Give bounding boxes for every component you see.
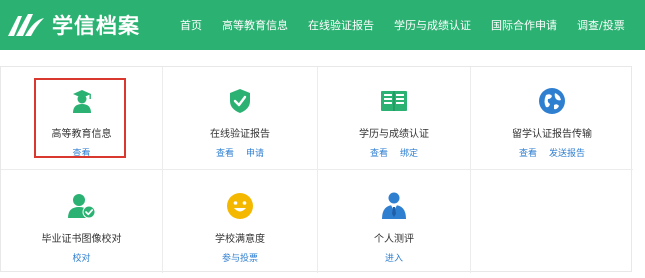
empty-service-slot <box>471 170 633 273</box>
services-grid: 高等教育信息 查看 在线验证报告 查看 申请 学历与成绩认证 查看 绑定 留学认… <box>1 67 633 273</box>
globe-icon[interactable] <box>538 87 566 115</box>
service-title: 学校满意度 <box>215 234 265 245</box>
nav-higher-education-info[interactable]: 高等教育信息 <box>222 17 288 33</box>
user-check-icon[interactable] <box>67 192 96 220</box>
service-title: 毕业证书图像校对 <box>41 234 122 245</box>
service-links: 进入 <box>385 251 403 264</box>
nav-international-cooperation[interactable]: 国际合作申请 <box>491 17 557 33</box>
service-links: 查看 发送报告 <box>519 146 585 159</box>
service-title: 学历与成绩认证 <box>359 129 429 140</box>
smile-icon[interactable] <box>226 192 254 220</box>
view-link[interactable]: 查看 <box>72 146 90 159</box>
open-book-icon[interactable] <box>380 87 408 115</box>
service-title: 留学认证报告传输 <box>512 129 592 140</box>
nav-degree-transcript-certification[interactable]: 学历与成绩认证 <box>394 17 471 33</box>
shield-check-icon[interactable] <box>226 87 254 115</box>
service-card-higher-education: 高等教育信息 查看 <box>1 67 163 170</box>
nav-online-verification-report[interactable]: 在线验证报告 <box>308 17 374 33</box>
service-card-study-abroad-transfer: 留学认证报告传输 查看 发送报告 <box>471 67 633 170</box>
services-panel: 高等教育信息 查看 在线验证报告 查看 申请 学历与成绩认证 查看 绑定 留学认… <box>0 66 633 273</box>
nav-home[interactable]: 首页 <box>180 17 202 33</box>
service-title: 个人测评 <box>374 234 414 245</box>
apply-link[interactable]: 申请 <box>246 146 264 159</box>
logo-text: 学信档案 <box>52 14 140 38</box>
service-card-online-verification: 在线验证报告 查看 申请 <box>163 67 318 170</box>
graduate-user-icon[interactable] <box>68 87 96 115</box>
view-link[interactable]: 查看 <box>370 146 388 159</box>
service-title: 在线验证报告 <box>210 129 270 140</box>
main-nav: 首页 高等教育信息 在线验证报告 学历与成绩认证 国际合作申请 调查/投票 <box>180 17 625 33</box>
logo[interactable]: 学信档案 <box>6 10 174 40</box>
vote-link[interactable]: 参与投票 <box>222 251 258 264</box>
service-links: 参与投票 <box>222 251 258 264</box>
nav-survey-vote[interactable]: 调查/投票 <box>577 17 625 33</box>
service-links: 查看 <box>72 146 90 159</box>
service-links: 查看 申请 <box>216 146 264 159</box>
service-card-personal-assessment: 个人测评 进入 <box>318 170 471 273</box>
proofread-link[interactable]: 校对 <box>72 251 90 264</box>
bind-link[interactable]: 绑定 <box>400 146 418 159</box>
send-report-link[interactable]: 发送报告 <box>549 146 585 159</box>
service-card-school-satisfaction: 学校满意度 参与投票 <box>163 170 318 273</box>
service-links: 校对 <box>72 251 90 264</box>
service-card-degree-certification: 学历与成绩认证 查看 绑定 <box>318 67 471 170</box>
logo-mark-icon <box>8 14 44 36</box>
service-title: 高等教育信息 <box>51 129 112 140</box>
service-card-certificate-image-check: 毕业证书图像校对 校对 <box>1 170 163 273</box>
view-link[interactable]: 查看 <box>519 146 537 159</box>
service-links: 查看 绑定 <box>370 146 418 159</box>
view-link[interactable]: 查看 <box>216 146 234 159</box>
top-navigation-bar: 学信档案 首页 高等教育信息 在线验证报告 学历与成绩认证 国际合作申请 调查/… <box>0 0 645 50</box>
enter-link[interactable]: 进入 <box>385 251 403 264</box>
person-tie-icon[interactable] <box>380 192 408 220</box>
